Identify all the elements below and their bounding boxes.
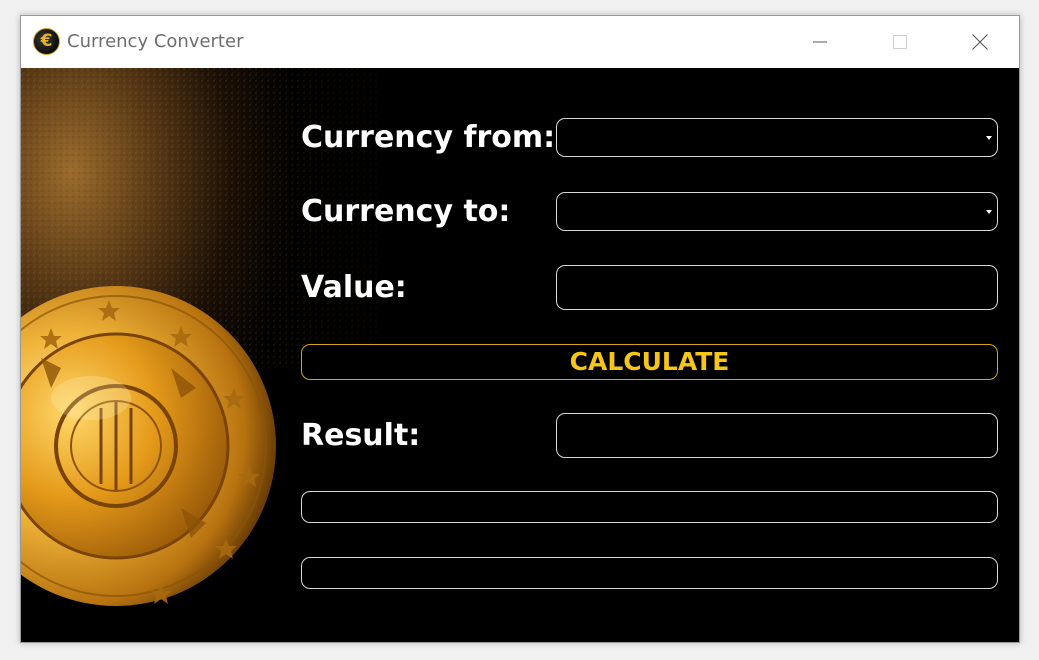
result-detail-field-1[interactable] bbox=[301, 491, 998, 523]
main-panel: Currency from: Currency to: Value: CALCU… bbox=[21, 68, 1019, 642]
result-label: Result: bbox=[301, 418, 421, 453]
currency-from-select[interactable] bbox=[556, 118, 998, 157]
value-input[interactable] bbox=[556, 265, 998, 310]
currency-to-select[interactable] bbox=[556, 192, 998, 231]
chevron-down-icon bbox=[986, 209, 992, 214]
chevron-down-icon bbox=[986, 135, 992, 140]
window-title: Currency Converter bbox=[67, 31, 244, 52]
maximize-icon bbox=[893, 35, 907, 49]
app-window: € Currency Converter Currency from: Curr… bbox=[20, 15, 1020, 643]
minimize-icon bbox=[813, 41, 827, 43]
maximize-button[interactable] bbox=[860, 16, 940, 68]
currency-from-label: Currency from: bbox=[301, 120, 556, 155]
minimize-button[interactable] bbox=[780, 16, 860, 68]
calculate-button[interactable]: CALCULATE bbox=[301, 344, 998, 380]
close-icon bbox=[972, 34, 988, 50]
value-label: Value: bbox=[301, 270, 407, 305]
currency-to-label: Currency to: bbox=[301, 194, 511, 229]
close-button[interactable] bbox=[940, 16, 1019, 68]
euro-coin-icon: € bbox=[33, 28, 60, 55]
result-field[interactable] bbox=[556, 413, 998, 458]
result-detail-field-2[interactable] bbox=[301, 557, 998, 589]
title-bar[interactable]: € Currency Converter bbox=[21, 16, 1019, 68]
